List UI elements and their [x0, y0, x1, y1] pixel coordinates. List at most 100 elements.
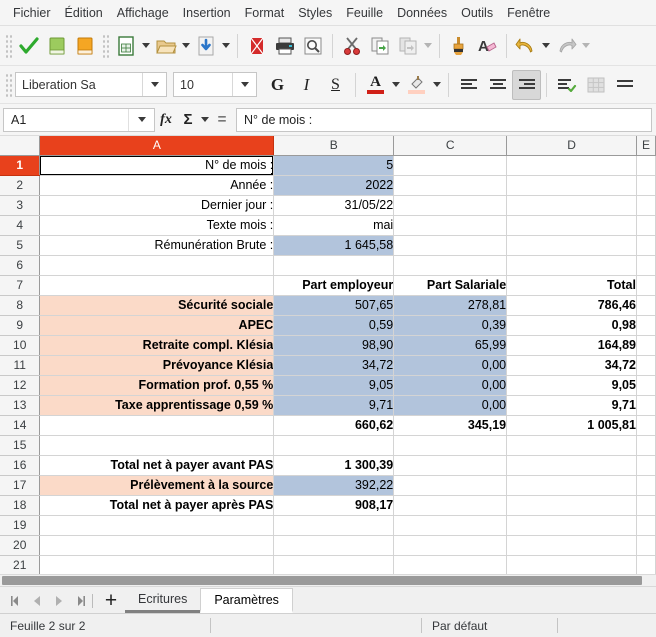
cell-B3[interactable]: 31/05/22: [274, 195, 394, 215]
column-header-a[interactable]: A: [40, 136, 274, 155]
cell-B12[interactable]: 9,05: [274, 375, 394, 395]
row-header-12[interactable]: 12: [0, 375, 40, 395]
cell-E1[interactable]: [636, 155, 655, 175]
cell-C21[interactable]: [394, 555, 507, 574]
cell-C18[interactable]: [394, 495, 507, 515]
horizontal-scrollbar[interactable]: [0, 574, 656, 586]
menu-format[interactable]: Format: [238, 3, 292, 23]
cell-D16[interactable]: [507, 455, 637, 475]
row-header-15[interactable]: 15: [0, 435, 40, 455]
font-color-button[interactable]: A: [361, 70, 390, 100]
menu-insertion[interactable]: Insertion: [176, 3, 238, 23]
cell-E18[interactable]: [636, 495, 655, 515]
row-header-4[interactable]: 4: [0, 215, 40, 235]
cell-E3[interactable]: [636, 195, 655, 215]
add-sheet-button[interactable]: +: [97, 588, 125, 613]
cell-A15[interactable]: [40, 435, 274, 455]
row-header-1[interactable]: 1: [0, 155, 40, 175]
prev-sheet-icon[interactable]: [26, 588, 48, 613]
row-header-5[interactable]: 5: [0, 235, 40, 255]
font-name-dropdown-icon[interactable]: [142, 73, 166, 96]
row-header-18[interactable]: 18: [0, 495, 40, 515]
cell-B11[interactable]: 34,72: [274, 355, 394, 375]
cell-C9[interactable]: 0,39: [394, 315, 507, 335]
cell-D7[interactable]: Total: [507, 275, 637, 295]
menu-affichage[interactable]: Affichage: [110, 3, 176, 23]
row-header-21[interactable]: 21: [0, 555, 40, 574]
row-header-9[interactable]: 9: [0, 315, 40, 335]
row-header-20[interactable]: 20: [0, 535, 40, 555]
clone-formatting-brush-icon[interactable]: [445, 31, 473, 61]
menu-styles[interactable]: Styles: [291, 3, 339, 23]
cell-D14[interactable]: 1 005,81: [507, 415, 637, 435]
menu-fenetre[interactable]: Fenêtre: [500, 3, 557, 23]
new-dropdown-arrow-icon[interactable]: [140, 31, 152, 61]
cell-B7[interactable]: Part employeur: [274, 275, 394, 295]
cell-C15[interactable]: [394, 435, 507, 455]
cell-C3[interactable]: [394, 195, 507, 215]
sheet-tab-ecritures[interactable]: Ecritures: [125, 588, 200, 613]
menu-outils[interactable]: Outils: [454, 3, 500, 23]
paste-dropdown-arrow-icon[interactable]: [422, 31, 434, 61]
cell-E8[interactable]: [636, 295, 655, 315]
cell-E14[interactable]: [636, 415, 655, 435]
cell-E2[interactable]: [636, 175, 655, 195]
cell-E10[interactable]: [636, 335, 655, 355]
cell-B16[interactable]: 1 300,39: [274, 455, 394, 475]
cell-B18[interactable]: 908,17: [274, 495, 394, 515]
cell-A3[interactable]: Dernier jour :: [40, 195, 274, 215]
cell-C20[interactable]: [394, 535, 507, 555]
font-color-dropdown-arrow-icon[interactable]: [390, 70, 402, 100]
highlight-color-dropdown-arrow-icon[interactable]: [431, 70, 443, 100]
cell-A1[interactable]: N° de mois :: [40, 155, 274, 175]
row-header-17[interactable]: 17: [0, 475, 40, 495]
sheet-tab-parametres[interactable]: Paramètres: [200, 588, 293, 613]
cell-C17[interactable]: [394, 475, 507, 495]
cell-A12[interactable]: Formation prof. 0,55 %: [40, 375, 274, 395]
font-size-combo[interactable]: 10: [173, 72, 257, 97]
last-sheet-icon[interactable]: [70, 588, 92, 613]
column-header-b[interactable]: B: [274, 136, 394, 155]
cell-E12[interactable]: [636, 375, 655, 395]
row-header-11[interactable]: 11: [0, 355, 40, 375]
function-wizard-icon[interactable]: fx: [155, 107, 177, 133]
cell-D1[interactable]: [507, 155, 637, 175]
cell-D2[interactable]: [507, 175, 637, 195]
orange-book-icon[interactable]: [71, 31, 99, 61]
cell-A7[interactable]: [40, 275, 274, 295]
align-center-button[interactable]: [483, 70, 512, 100]
cell-E5[interactable]: [636, 235, 655, 255]
cell-D6[interactable]: [507, 255, 637, 275]
cell-C14[interactable]: 345,19: [394, 415, 507, 435]
cell-E19[interactable]: [636, 515, 655, 535]
font-name-combo[interactable]: Liberation Sa: [15, 72, 167, 97]
export-pdf-icon[interactable]: [243, 31, 271, 61]
menu-edition[interactable]: Édition: [58, 3, 110, 23]
select-all-corner[interactable]: [0, 136, 40, 155]
cell-B10[interactable]: 98,90: [274, 335, 394, 355]
open-folder-icon[interactable]: [152, 31, 180, 61]
save-dropdown-arrow-icon[interactable]: [220, 31, 232, 61]
row-header-10[interactable]: 10: [0, 335, 40, 355]
name-box[interactable]: A1: [3, 108, 155, 132]
cell-A5[interactable]: Rémunération Brute :: [40, 235, 274, 255]
cell-E7[interactable]: [636, 275, 655, 295]
spreadsheet-grid[interactable]: A B C D E 1N° de mois :52Année :20223Der…: [0, 136, 656, 574]
print-icon[interactable]: [271, 31, 299, 61]
cell-B9[interactable]: 0,59: [274, 315, 394, 335]
column-header-c[interactable]: C: [394, 136, 507, 155]
cell-D8[interactable]: 786,46: [507, 295, 637, 315]
highlight-color-button[interactable]: [402, 70, 431, 100]
row-header-13[interactable]: 13: [0, 395, 40, 415]
cell-A16[interactable]: Total net à payer avant PAS: [40, 455, 274, 475]
cell-E6[interactable]: [636, 255, 655, 275]
row-header-8[interactable]: 8: [0, 295, 40, 315]
formatbar-grip[interactable]: [5, 73, 12, 97]
checkmark-icon[interactable]: [15, 31, 43, 61]
align-more-button[interactable]: [610, 70, 639, 100]
redo-dropdown-arrow-icon[interactable]: [580, 31, 592, 61]
cell-A2[interactable]: Année :: [40, 175, 274, 195]
cell-B14[interactable]: 660,62: [274, 415, 394, 435]
cell-A13[interactable]: Taxe apprentissage 0,59 %: [40, 395, 274, 415]
open-dropdown-arrow-icon[interactable]: [180, 31, 192, 61]
